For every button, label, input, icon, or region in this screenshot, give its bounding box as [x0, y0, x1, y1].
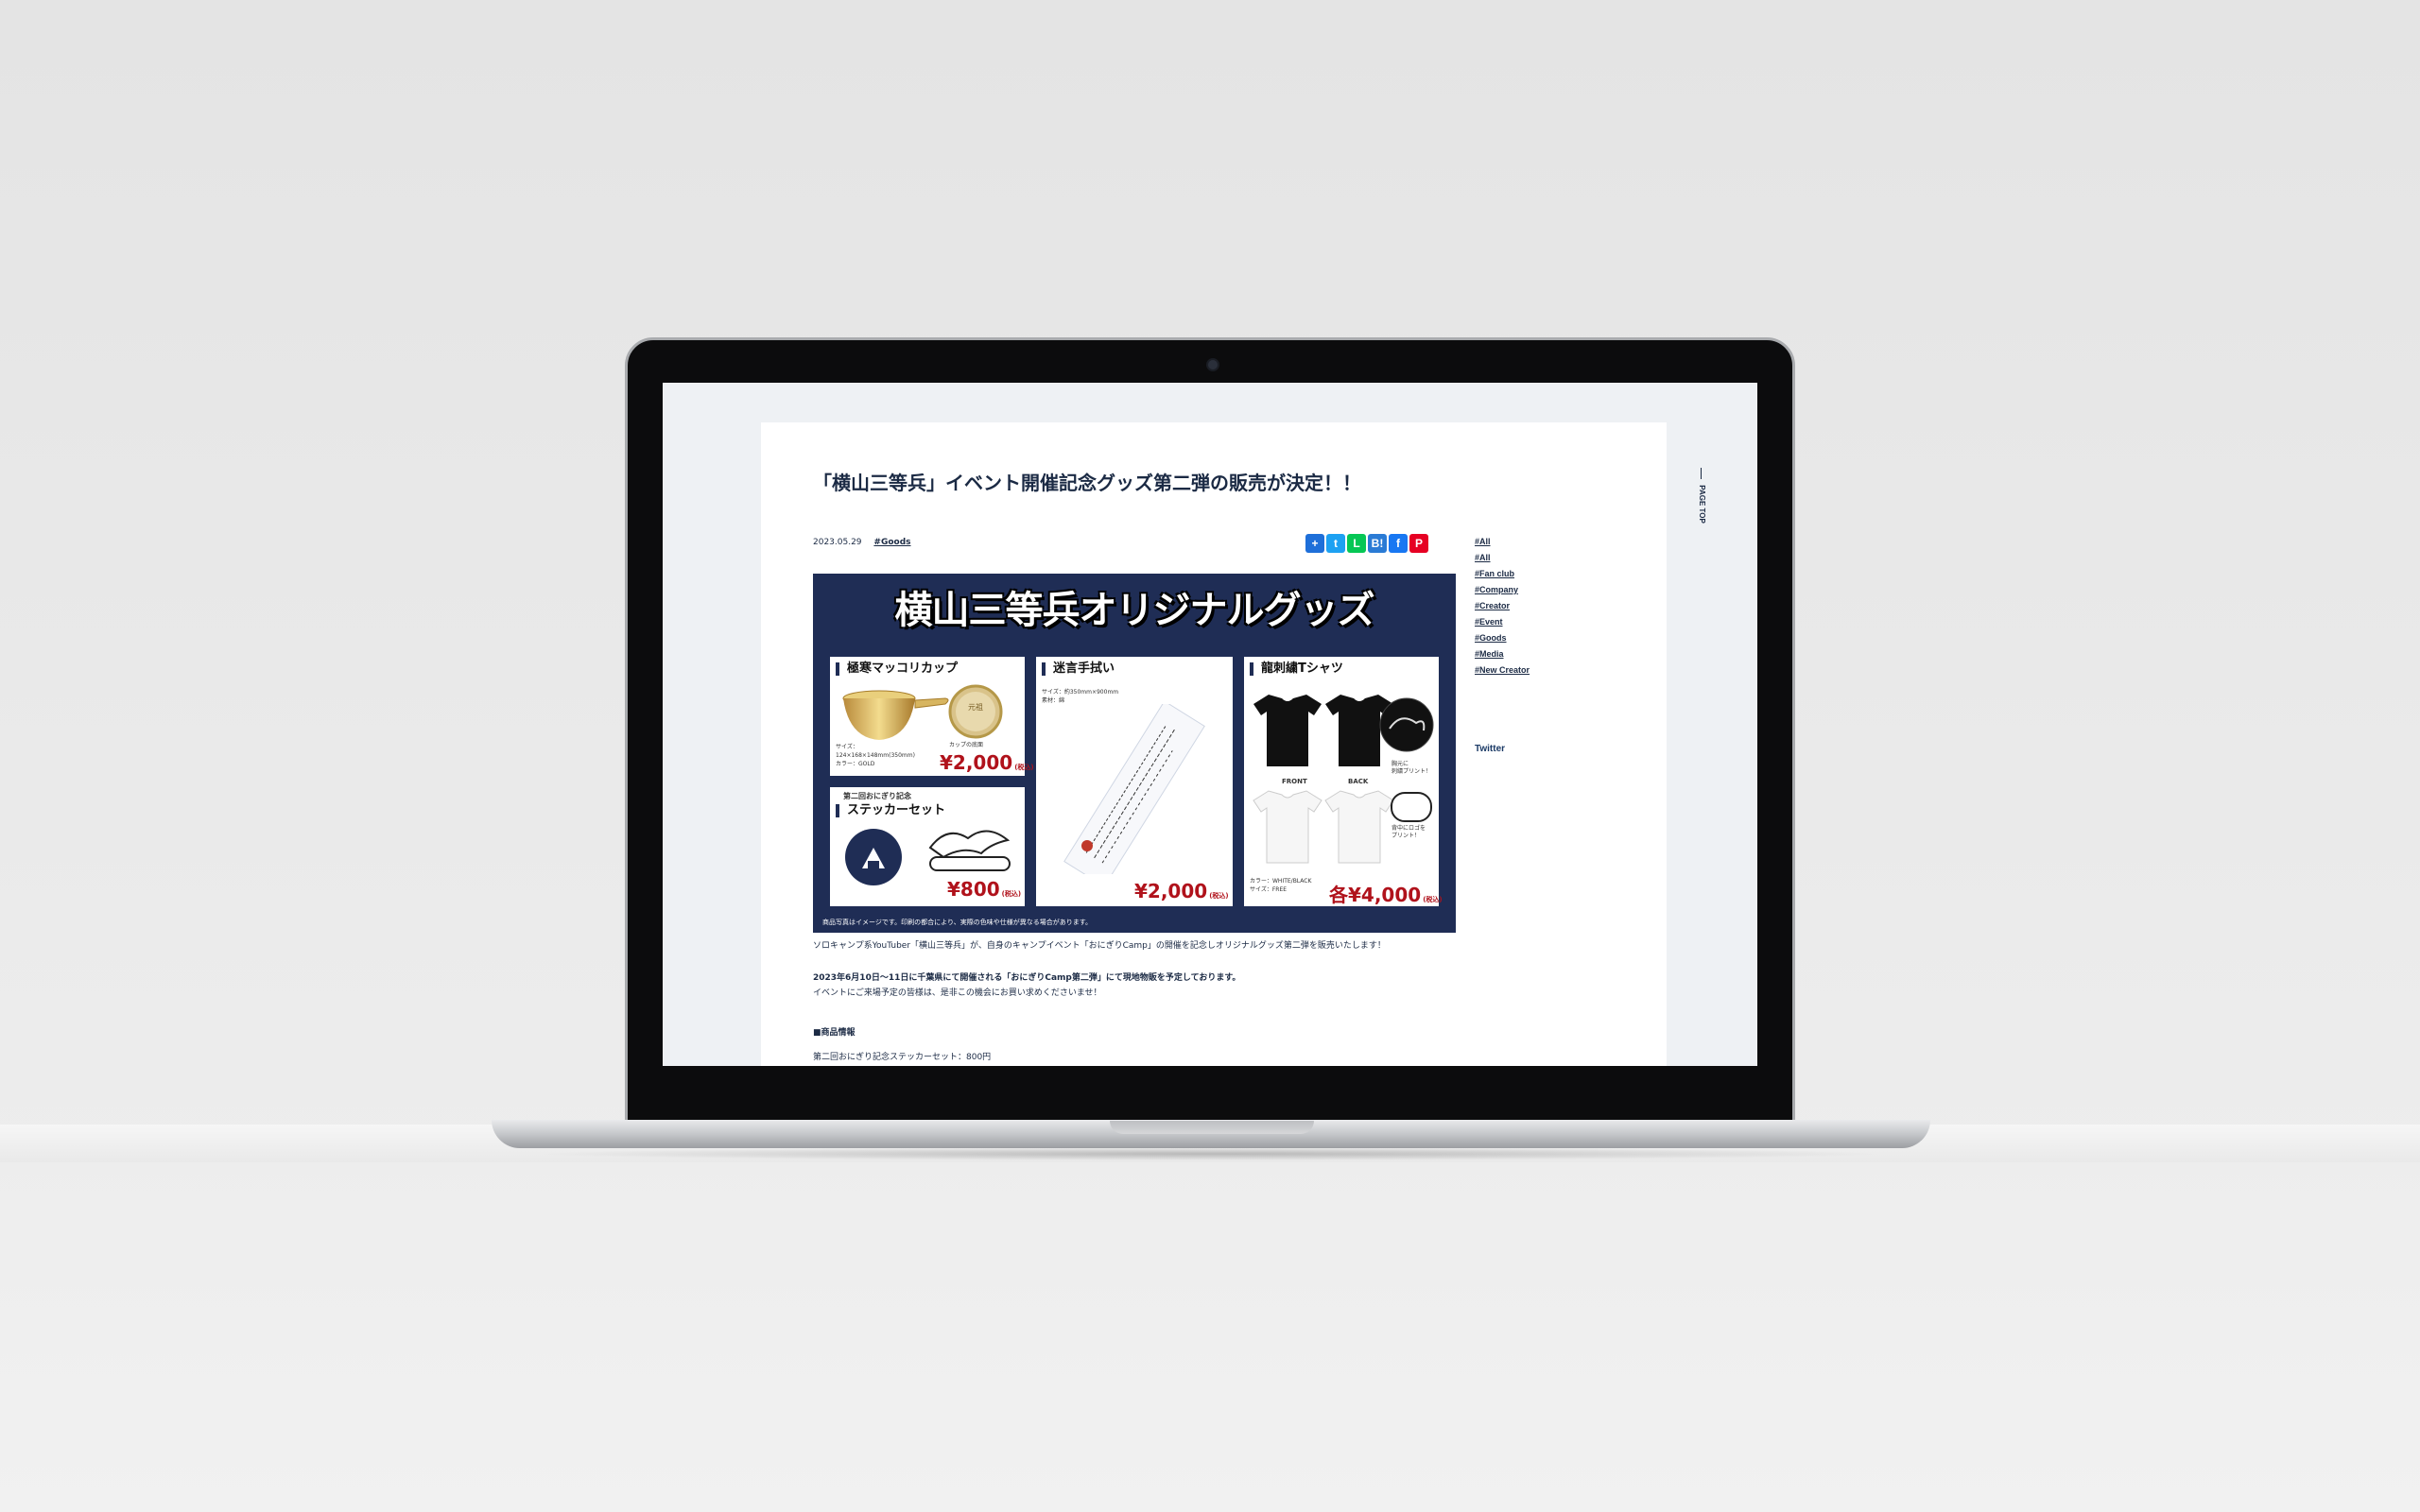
back-note-2: プリント！	[1392, 833, 1421, 839]
front-label: FRONT	[1282, 778, 1307, 785]
article-tag-link[interactable]: #Goods	[873, 538, 910, 547]
sidebar-tag-fan-club[interactable]: #Fan club	[1475, 566, 1530, 582]
onigiri-sticker-image	[845, 829, 902, 885]
back-label: BACK	[1348, 778, 1369, 785]
sidebar-tag-new-creator[interactable]: #New Creator	[1475, 662, 1530, 679]
sticker-card: 第二回おにぎり記念 ステッカーセット ¥800 (税込)	[830, 787, 1025, 906]
sticker-subheading: 第二回おにぎり記念	[843, 792, 911, 800]
item-line: 第二回おにぎり記念ステッカーセット：800円	[813, 1053, 992, 1062]
twitter-share-icon[interactable]: t	[1326, 534, 1345, 553]
cup-price: ¥2,000 (税込)	[940, 751, 1034, 774]
laptop-screen: 「横山三等兵」イベント開催記念グッズ第二弾の販売が決定！！ 2023.05.29…	[663, 383, 1757, 1066]
sidebar-tag-media[interactable]: #Media	[1475, 646, 1530, 662]
page-top-button[interactable]: PAGE TOP	[1696, 468, 1707, 524]
chest-note-1: 胸元に	[1392, 761, 1409, 767]
laptop-notch	[1110, 1121, 1314, 1134]
twitter-link[interactable]: Twitter	[1475, 744, 1505, 754]
towel-price: ¥2,000 (税込)	[1134, 880, 1229, 902]
towel-image	[1063, 704, 1205, 874]
sidebar-tag-all-2[interactable]: #All	[1475, 550, 1530, 566]
sticker-heading: ステッカーセット	[836, 804, 945, 817]
paragraph-intro: ソロキャンプ系YouTuber「横山三等兵」が、自身のキャンプイベント「おにぎり…	[813, 941, 1386, 951]
page-top-label: PAGE TOP	[1697, 485, 1706, 524]
sidebar-tag-event[interactable]: #Event	[1475, 614, 1530, 630]
black-tshirt-image	[1253, 695, 1434, 766]
cup-badge-note: カップの底面	[949, 742, 984, 748]
share-add-icon[interactable]: +	[1305, 534, 1324, 553]
cup-size-value: 124×168×148mm(350mm)	[836, 752, 915, 759]
gold-cup-image	[842, 690, 949, 740]
back-note-1: 背中にロゴを	[1392, 825, 1426, 832]
paragraph-event-2: イベントにご来場予定の皆様は、是非この機会にお買い求めくださいませ！	[813, 988, 1102, 998]
hatena-bookmark-icon[interactable]: B!	[1368, 534, 1387, 553]
facebook-share-icon[interactable]: f	[1389, 534, 1408, 553]
tshirt-color: カラー：WHITE/BLACK	[1250, 878, 1312, 885]
cup-heading: 極寒マッコリカップ	[836, 662, 958, 676]
tshirt-heading: 龍刺繍Tシャツ	[1250, 662, 1343, 676]
page-top-line	[1701, 468, 1702, 479]
banner-caption: 商品写真はイメージです。印刷の都合により、実際の色味や仕様が異なる場合があります…	[822, 919, 1093, 926]
cup-size-label: サイズ：	[836, 744, 858, 750]
article-date: 2023.05.29	[813, 538, 862, 547]
tshirt-size: サイズ：FREE	[1250, 886, 1288, 893]
towel-heading: 迷言手拭い	[1042, 662, 1115, 676]
line-share-icon[interactable]: L	[1347, 534, 1366, 553]
sidebar-tag-creator[interactable]: #Creator	[1475, 598, 1530, 614]
article-title: 「横山三等兵」イベント開催記念グッズ第二弾の販売が決定！！	[813, 472, 1361, 494]
sidebar-tag-goods[interactable]: #Goods	[1475, 630, 1530, 646]
article-meta: 2023.05.29 #Goods	[813, 538, 911, 547]
dragon-sticker-image	[928, 830, 1011, 871]
laptop-shadow	[529, 1147, 1891, 1160]
banner-title: 横山三等兵オリジナルグッズ	[894, 589, 1375, 632]
cup-color: カラー：GOLD	[836, 761, 875, 767]
tshirt-price: 各¥4,000 (税込)	[1329, 884, 1443, 906]
sidebar-tag-company[interactable]: #Company	[1475, 582, 1530, 598]
pinterest-share-icon[interactable]: P	[1409, 534, 1428, 553]
svg-text:元祖: 元祖	[968, 702, 983, 712]
cup-card: 極寒マッコリカップ 元祖 カップの底面 サイズ： 124×168×148mm(3…	[830, 657, 1034, 776]
mockup-stage: 「横山三等兵」イベント開催記念グッズ第二弾の販売が決定！！ 2023.05.29…	[0, 0, 2420, 1512]
tag-sidebar: #All #All #Fan club #Company #Creator #E…	[1475, 534, 1530, 679]
towel-card: 迷言手拭い サイズ：約350mm×900mm 素材：綿 ¥2,000 (税込)	[1036, 657, 1233, 906]
article-panel: 「横山三等兵」イベント開催記念グッズ第二弾の販売が決定！！ 2023.05.29…	[761, 422, 1667, 1066]
tshirt-card: 龍刺繍Tシャツ 胸元に 刺繍プリント！ FRONT BACK 背中にロゴを プリ…	[1244, 657, 1443, 906]
share-buttons: + t L B! f P	[1305, 534, 1428, 553]
cup-bottom-badge: 元祖	[948, 684, 1003, 739]
sidebar-tag-all[interactable]: #All	[1475, 534, 1530, 550]
goods-banner: 横山三等兵オリジナルグッズ 極寒マッコリカップ 元祖 カップの底面 サイズ： 1…	[813, 574, 1456, 933]
chest-note-2: 刺繍プリント！	[1392, 768, 1432, 775]
towel-size: サイズ：約350mm×900mm	[1042, 689, 1119, 696]
paragraph-event-1: 2023年6月10日〜11日に千葉県にて開催される「おにぎりCamp第二弾」にて…	[813, 973, 1241, 983]
section-heading: ■商品情報	[813, 1028, 856, 1038]
camera-icon	[1206, 358, 1219, 371]
sticker-price: ¥800 (税込)	[947, 878, 1022, 901]
